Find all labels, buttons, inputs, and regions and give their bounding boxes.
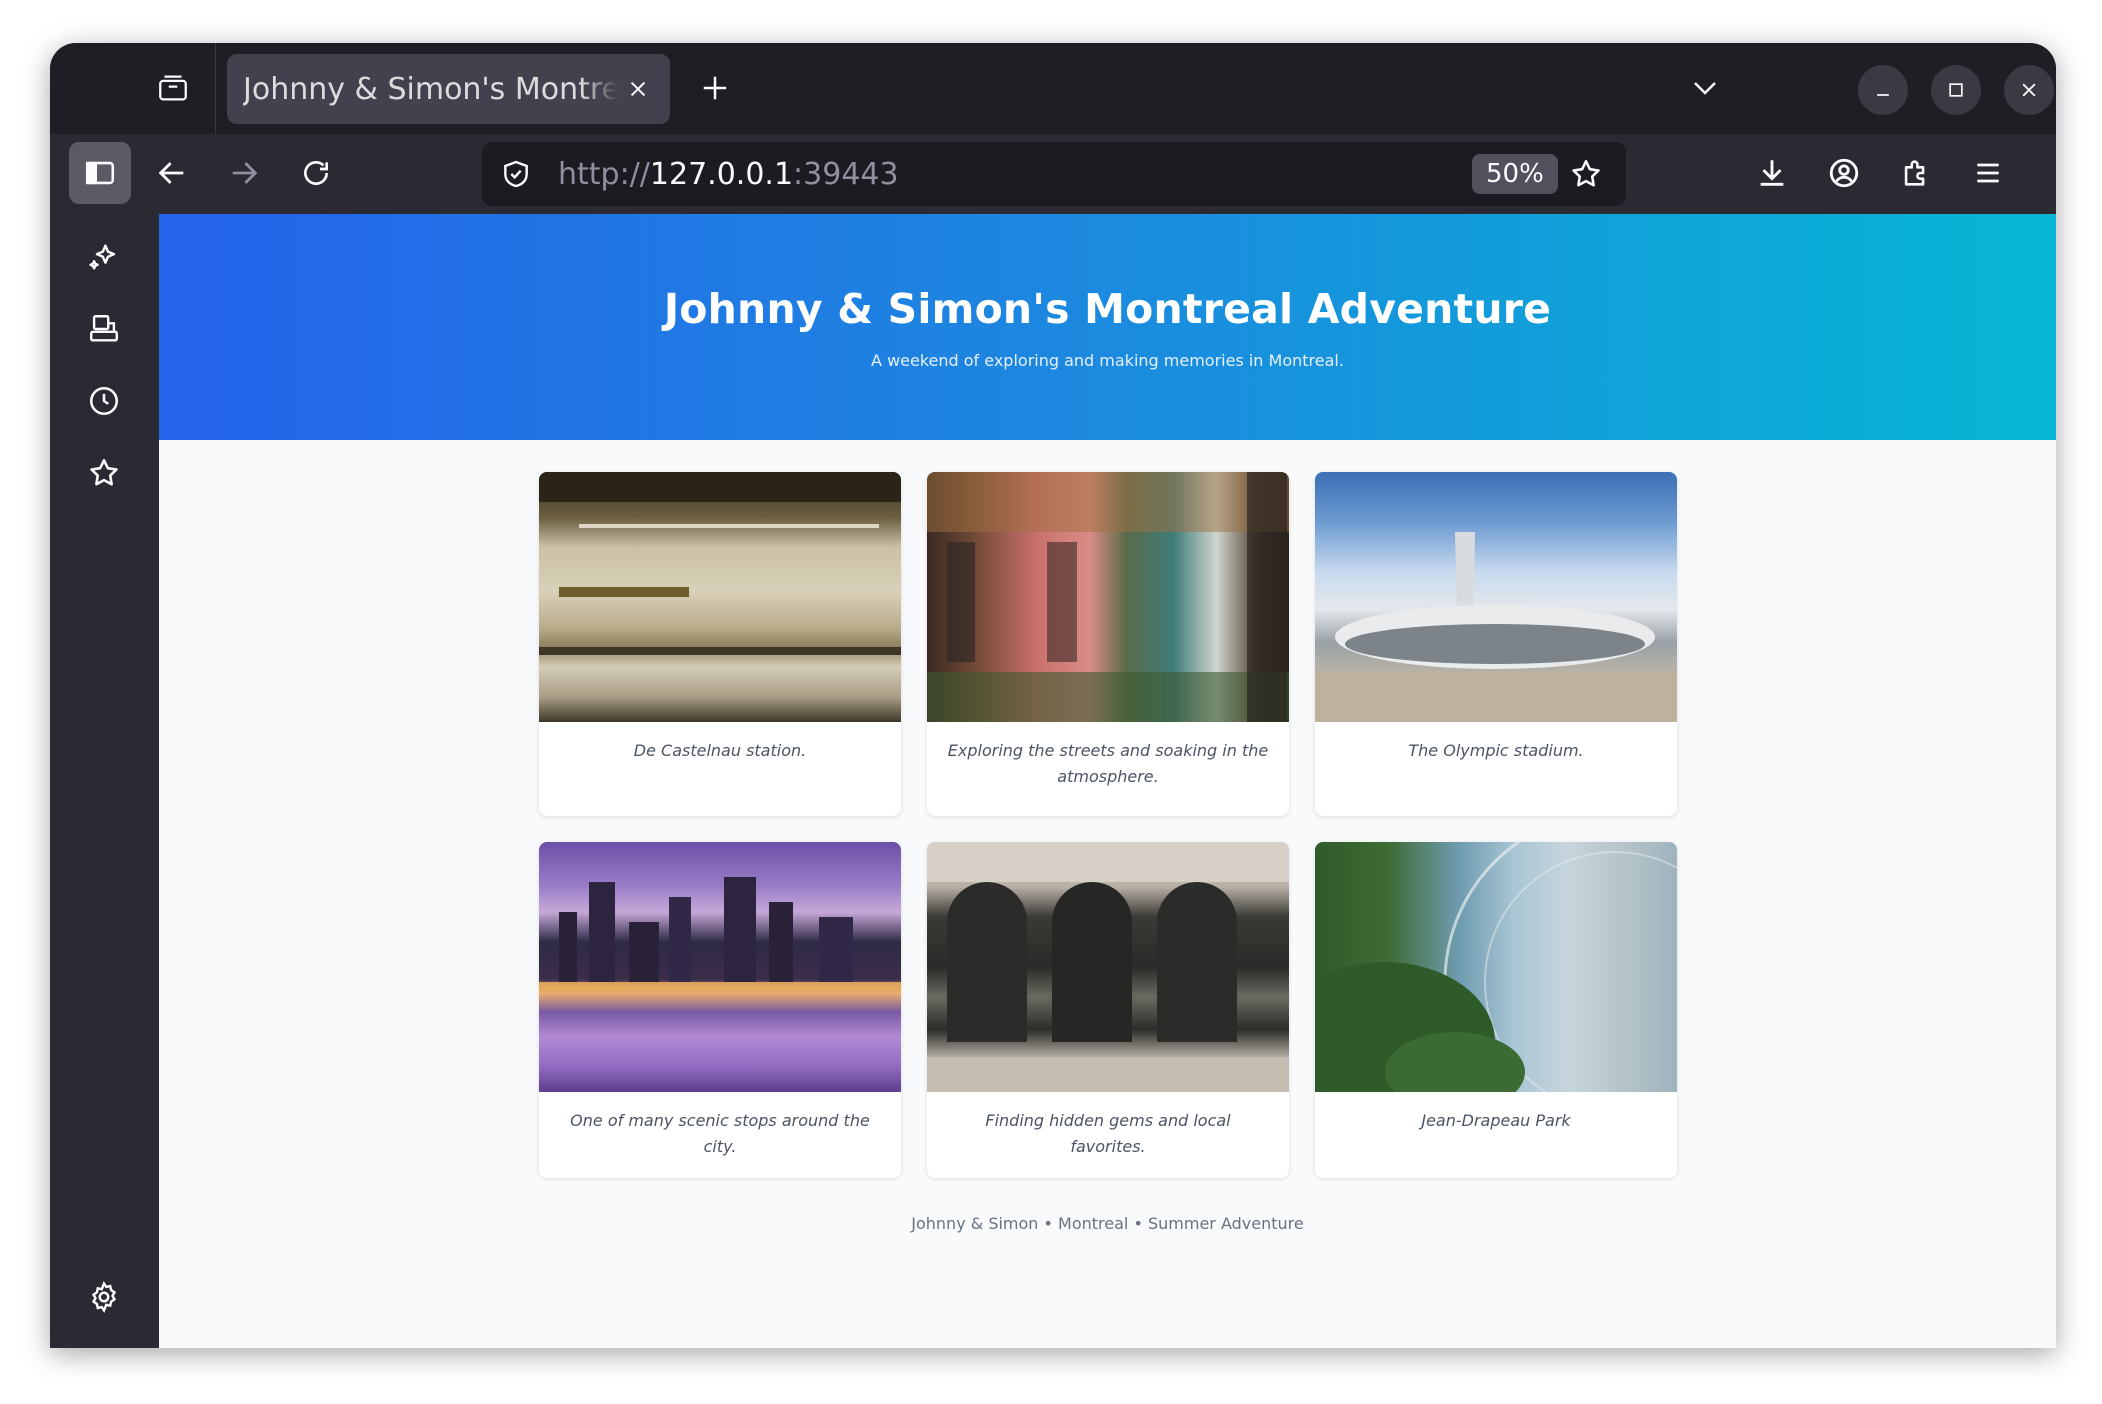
reload-icon[interactable] (285, 142, 347, 204)
star-icon[interactable] (73, 442, 135, 504)
browser-window: Johnny & Simon's Montreal Adventure (50, 43, 2056, 1348)
photo-metro-station (539, 472, 901, 722)
account-icon[interactable] (1813, 142, 1875, 204)
sidebar-icon[interactable] (69, 142, 131, 204)
photo-card[interactable]: De Castelnau station. (539, 472, 901, 816)
url-text[interactable]: http://127.0.0.1:39443 (558, 157, 899, 192)
photo-caption: The Olympic stadium. (1408, 741, 1584, 760)
close-icon[interactable] (618, 69, 658, 109)
synced-tabs-icon[interactable] (73, 298, 135, 360)
photo-caption: Finding hidden gems and local favorites. (985, 1111, 1231, 1156)
photo-olympic-stadium (1315, 472, 1677, 722)
page-footer: Johnny & Simon • Montreal • Summer Adven… (911, 1214, 1304, 1233)
photo-biosphere (1315, 842, 1677, 1092)
maximize-button[interactable] (1931, 65, 1981, 115)
tab-manager-icon[interactable] (148, 63, 198, 113)
minimize-button[interactable] (1858, 65, 1908, 115)
photo-caption: De Castelnau station. (633, 741, 807, 760)
photo-grid: De Castelnau station. Exploring the stre… (539, 472, 1679, 1178)
photo-street (927, 472, 1289, 722)
photo-card[interactable]: Exploring the streets and soaking in the… (927, 472, 1289, 816)
photo-card[interactable]: One of many scenic stops around the city… (539, 842, 901, 1178)
photo-city-skyline (539, 842, 901, 1092)
url-port: :39443 (793, 156, 899, 192)
navigation-toolbar: http://127.0.0.1:39443 50% (50, 134, 2056, 214)
photo-card[interactable]: Finding hidden gems and local favorites. (927, 842, 1289, 1178)
hamburger-icon[interactable] (1957, 142, 2019, 204)
close-window-button[interactable] (2004, 65, 2054, 115)
url-scheme: http:// (558, 156, 650, 192)
download-icon[interactable] (1741, 142, 1803, 204)
clock-icon[interactable] (73, 370, 135, 432)
tab-strip: Johnny & Simon's Montreal Adventure (50, 43, 2056, 134)
url-bar[interactable]: http://127.0.0.1:39443 50% (482, 142, 1626, 206)
photo-card[interactable]: The Olympic stadium. (1315, 472, 1677, 816)
puzzle-icon[interactable] (1885, 142, 1947, 204)
gear-icon[interactable] (73, 1266, 135, 1328)
url-host: 127.0.0.1 (649, 156, 794, 192)
photo-caption: One of many scenic stops around the city… (570, 1111, 870, 1156)
page-content: Johnny & Simon's Montreal Adventure A we… (159, 214, 2056, 1348)
photo-caption: Jean-Drapeau Park (1421, 1111, 1571, 1130)
zoom-badge[interactable]: 50% (1472, 154, 1558, 194)
plus-icon[interactable] (690, 63, 740, 113)
shield-icon[interactable] (496, 154, 536, 194)
arrow-left-icon[interactable] (141, 142, 203, 204)
photo-card[interactable]: Jean-Drapeau Park (1315, 842, 1677, 1178)
photo-caption: Exploring the streets and soaking in the… (947, 741, 1269, 786)
tab-title: Johnny & Simon's Montreal Adventure (243, 71, 618, 107)
page-subtitle: A weekend of exploring and making memori… (871, 350, 1344, 370)
tab-active[interactable]: Johnny & Simon's Montreal Adventure (227, 54, 670, 124)
hero-header: Johnny & Simon's Montreal Adventure A we… (159, 214, 2056, 440)
chevron-down-icon[interactable] (1680, 63, 1730, 113)
photo-storefront (927, 842, 1289, 1092)
sidebar (50, 214, 159, 1348)
sparkle-icon[interactable] (73, 226, 135, 288)
tab-divider (215, 43, 216, 134)
star-icon[interactable] (1564, 152, 1608, 196)
arrow-right-icon (213, 142, 275, 204)
page-title: Johnny & Simon's Montreal Adventure (663, 284, 1552, 333)
